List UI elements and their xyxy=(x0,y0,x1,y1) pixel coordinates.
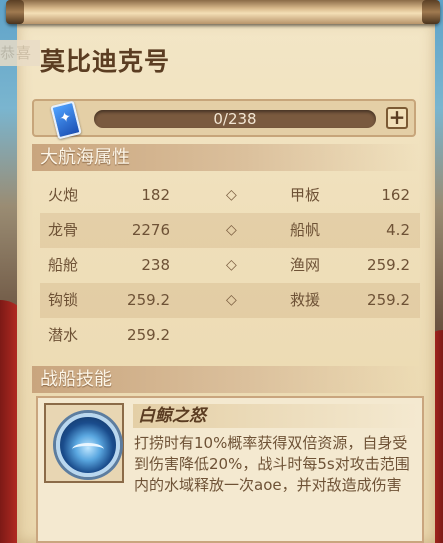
attr-name: 渔网 xyxy=(290,256,321,274)
blue-card-icon: ✦ xyxy=(50,100,82,140)
attr-value: 162 xyxy=(381,186,410,204)
upgrade-progress-row: ✦ 0/238 + xyxy=(32,99,416,140)
attr-value: 2276 xyxy=(131,221,170,239)
progress-text: 0/238 xyxy=(213,110,257,128)
attr-name: 甲板 xyxy=(290,186,321,204)
attr-value: 238 xyxy=(141,256,170,274)
diamond-separator-icon: ◇ xyxy=(226,187,237,203)
diamond-separator-icon: ◇ xyxy=(226,292,237,308)
partial-notification: 恭喜 xyxy=(0,40,40,66)
attr-value: 259.2 xyxy=(367,256,410,274)
skills-section-header: 战船技能 xyxy=(32,366,420,393)
attr-name: 船舱 xyxy=(48,256,79,274)
ship-name-title: 莫比迪克号 xyxy=(40,47,171,76)
attr-value: 259.2 xyxy=(127,291,170,309)
roller-cap-left xyxy=(6,0,24,24)
scroll-top-roller xyxy=(6,0,440,24)
attribute-row: 船舱 238 ◇ 渔网 259.2 xyxy=(40,248,420,283)
skill-panel: 白鲸之怒 打捞时有10%概率获得双倍资源，自身受到伤害降低20%，战斗时每5s对… xyxy=(36,396,424,543)
attr-name: 钩锁 xyxy=(48,291,79,309)
attributes-table: 火炮 182 ◇ 甲板 162 龙骨 2276 ◇ 船帆 4.2 船舱 238 … xyxy=(40,178,420,353)
add-item-button[interactable]: + xyxy=(386,107,408,129)
attr-name: 船帆 xyxy=(290,221,321,239)
attribute-row: 钩锁 259.2 ◇ 救援 259.2 xyxy=(40,283,420,318)
attr-value: 4.2 xyxy=(386,221,410,239)
diamond-separator-icon: ◇ xyxy=(226,222,237,238)
attribute-row: 龙骨 2276 ◇ 船帆 4.2 xyxy=(40,213,420,248)
attr-name: 火炮 xyxy=(48,186,79,204)
roller-cap-right xyxy=(422,0,440,24)
whale-wave-icon xyxy=(56,413,120,477)
skill-icon-frame[interactable] xyxy=(44,403,124,483)
attr-name: 龙骨 xyxy=(48,221,79,239)
skill-description: 打捞时有10%概率获得双倍资源，自身受到伤害降低20%，战斗时每5s对攻击范围内… xyxy=(134,434,410,494)
attr-value: 259.2 xyxy=(367,291,410,309)
attr-name: 救援 xyxy=(290,291,321,309)
attributes-section-header: 大航海属性 xyxy=(32,144,420,171)
skill-name: 白鲸之怒 xyxy=(138,406,206,426)
attr-value: 259.2 xyxy=(127,326,170,344)
progress-bar: 0/238 xyxy=(94,110,376,128)
attr-value: 182 xyxy=(141,186,170,204)
attr-name: 潜水 xyxy=(48,326,79,344)
attribute-row: 火炮 182 ◇ 甲板 162 xyxy=(40,178,420,213)
diamond-separator-icon: ◇ xyxy=(226,257,237,273)
attribute-row: 潜水 259.2 xyxy=(40,318,420,353)
